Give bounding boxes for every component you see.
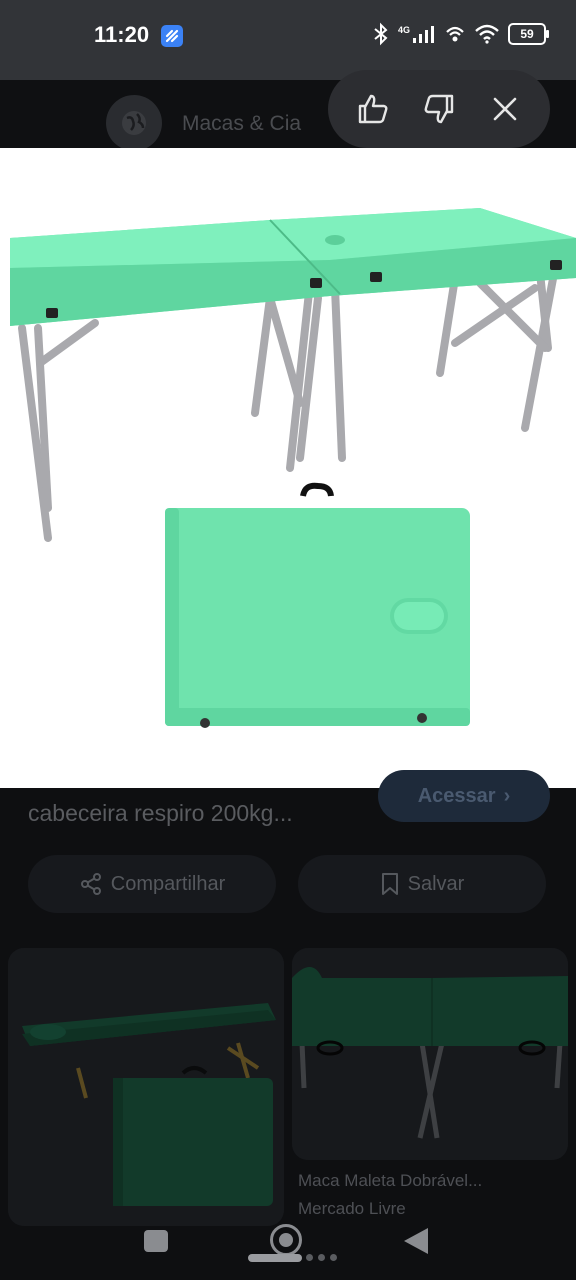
status-time: 11:20 (94, 22, 150, 47)
gesture-pill (248, 1254, 302, 1262)
related-result-card[interactable] (292, 948, 568, 1160)
feedback-toolbar (328, 70, 550, 148)
globe-icon (122, 111, 146, 135)
status-icons: 4G 59 (372, 22, 549, 46)
close-button[interactable] (481, 85, 529, 133)
access-label: Acessar (417, 784, 496, 807)
battery-indicator: 59 (508, 23, 549, 45)
share-label: Compartilhar (110, 872, 226, 895)
related-result-image (8, 948, 284, 1226)
related-result-source: Mercado Livre (298, 1199, 406, 1218)
close-icon (493, 97, 517, 121)
access-button[interactable]: Acessar › (378, 770, 550, 822)
recents-button[interactable] (144, 1230, 168, 1252)
signal-icon (413, 26, 434, 43)
thumbs-down-button[interactable] (415, 85, 463, 133)
app-notification-icon (161, 25, 183, 47)
thumbs-down-icon (424, 94, 454, 124)
status-bar: 11:20 4G 59 (0, 0, 576, 80)
product-title[interactable]: cabeceira respiro 200kg... (28, 800, 293, 827)
thumbs-up-icon (358, 94, 388, 124)
bluetooth-icon (374, 22, 388, 46)
save-label: Salvar (407, 872, 465, 895)
back-button[interactable] (404, 1228, 428, 1254)
share-icon (80, 873, 101, 895)
chevron-right-icon: › (503, 784, 511, 807)
related-result-title[interactable]: Maca Maleta Dobrável... (298, 1171, 482, 1191)
share-button[interactable]: Compartilhar (28, 855, 276, 913)
product-image[interactable] (0, 148, 576, 788)
site-name[interactable]: Macas & Cia (182, 112, 301, 136)
home-button[interactable] (270, 1224, 302, 1256)
page-dots (306, 1254, 337, 1261)
hotspot-icon (446, 26, 464, 42)
network-type-label: 4G (397, 25, 410, 35)
thumbs-up-button[interactable] (349, 85, 397, 133)
save-button[interactable]: Salvar (298, 855, 546, 913)
bookmark-icon (381, 873, 398, 895)
related-result-card[interactable] (8, 948, 284, 1226)
related-result-image (292, 948, 568, 1160)
wifi-icon (475, 24, 499, 44)
site-avatar[interactable] (106, 95, 162, 151)
massage-table-illustration (10, 208, 576, 728)
